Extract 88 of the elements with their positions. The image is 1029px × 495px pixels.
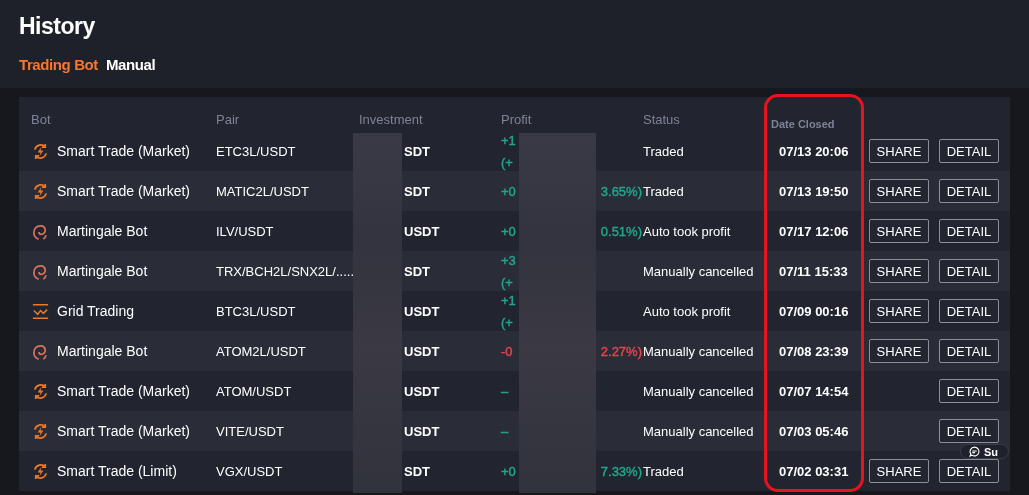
action-button[interactable]: SHARE xyxy=(869,299,929,323)
action-button[interactable]: SHARE xyxy=(869,459,929,483)
action-button[interactable]: DETAIL xyxy=(939,219,999,243)
profit-text: 3.65%) xyxy=(600,183,642,199)
profit-text: 2.27%) xyxy=(600,343,642,359)
bot-name: Smart Trade (Market) xyxy=(57,143,191,159)
action-button[interactable]: DETAIL xyxy=(939,459,999,483)
action-button[interactable]: SHARE xyxy=(869,139,929,163)
table-cell: USDT xyxy=(404,423,440,439)
table-cell: USDT xyxy=(404,343,440,359)
action-button[interactable]: DETAIL xyxy=(939,139,999,163)
profit-text: +0 xyxy=(501,463,516,479)
table-cell-text: 07/02 03:31 xyxy=(778,463,850,479)
table-cell-text: 07/11 15:33 xyxy=(778,263,849,279)
profit-text: +1 xyxy=(501,132,516,148)
table-cell-text: BTC3L/USDT xyxy=(216,303,297,319)
table-cell-text: 07/13 19:50 xyxy=(778,183,850,199)
profit-text: (+ xyxy=(501,154,514,170)
action-button[interactable]: DETAIL xyxy=(939,419,999,443)
table-cell-text: 07/09 00:16 xyxy=(778,303,850,319)
action-button[interactable]: SHARE xyxy=(869,259,929,283)
table-cell: SDT xyxy=(404,463,430,479)
status-text: Traded xyxy=(643,463,685,479)
table-cell-text: VITE/USDT xyxy=(216,423,285,439)
profit-text: (+ xyxy=(501,274,514,290)
status-text: Manually cancelled xyxy=(643,423,755,439)
column-header: Pair xyxy=(216,112,241,127)
table-cell-text: ETC3L/USDT xyxy=(216,143,297,159)
profit-text: +1 xyxy=(501,292,516,308)
tab[interactable]: Manual xyxy=(105,56,156,73)
profit-text: 0.51%) xyxy=(600,223,642,239)
bot-name: Grid Trading xyxy=(57,303,135,319)
action-button[interactable]: SHARE xyxy=(869,339,929,363)
status-text: Auto took profit xyxy=(643,223,732,239)
table-cell-text: MATIC2L/USDT xyxy=(216,183,310,199)
table-cell-text: ATOM/USDT xyxy=(216,383,293,399)
table-cell: SDT xyxy=(404,183,430,199)
column-header: Investment xyxy=(359,112,424,127)
action-button[interactable]: DETAIL xyxy=(939,259,999,283)
profit-text: 7.33%) xyxy=(600,463,642,479)
profit-text: (+ xyxy=(501,314,514,330)
profit-text: +0 xyxy=(501,183,516,199)
action-button[interactable]: DETAIL xyxy=(939,179,999,203)
support-button[interactable]: Su xyxy=(960,444,1010,459)
column-header: Date Closed xyxy=(771,118,836,130)
bot-name: Martingale Bot xyxy=(57,263,148,279)
table-cell-text: 07/13 20:06 xyxy=(778,143,850,159)
profit-text: -0 xyxy=(501,343,513,359)
bot-name: Smart Trade (Market) xyxy=(57,423,191,439)
profit-text: +0 xyxy=(501,223,516,239)
table-cell-text: 07/08 23:39 xyxy=(778,343,850,359)
status-text: Manually cancelled xyxy=(643,343,755,359)
status-text: Manually cancelled xyxy=(643,383,755,399)
table-cell-text: 07/17 12:06 xyxy=(778,223,850,239)
bot-name: Smart Trade (Limit) xyxy=(57,463,177,479)
table-cell: USDT xyxy=(404,383,440,399)
table-cell: SDT xyxy=(404,143,430,159)
tab[interactable]: Trading Bot xyxy=(19,56,98,73)
bot-name: Smart Trade (Market) xyxy=(57,183,191,199)
status-text: Manually cancelled xyxy=(643,263,755,279)
table-cell-text: 07/07 14:54 xyxy=(778,383,850,399)
action-button[interactable]: SHARE xyxy=(869,219,929,243)
profit-text: – xyxy=(501,423,509,439)
table-cell-text: 07/03 05:46 xyxy=(778,423,850,439)
table-cell: USDT xyxy=(404,303,440,319)
table-cell: SDT xyxy=(404,263,430,279)
table-cell: USDT xyxy=(404,223,440,239)
profit-text: +3 xyxy=(501,252,516,268)
bot-name: Martingale Bot xyxy=(57,343,148,359)
status-text: Auto took profit xyxy=(643,303,732,319)
table-cell-text: VGX/USDT xyxy=(216,463,284,479)
status-text: Traded xyxy=(643,143,685,159)
action-button[interactable]: DETAIL xyxy=(939,299,999,323)
table-cell-text: ILV/USDT xyxy=(216,223,275,239)
profit-text: – xyxy=(501,383,509,399)
chat-icon xyxy=(969,446,980,457)
bot-name: Martingale Bot xyxy=(57,223,148,239)
page-title: History xyxy=(19,12,95,40)
action-button[interactable]: DETAIL xyxy=(939,379,999,403)
column-header: Bot xyxy=(31,112,52,127)
column-header: Profit xyxy=(501,112,533,127)
action-button[interactable]: SHARE xyxy=(869,179,929,203)
table-cell-text: TRX/BCH2L/SNX2L/..... xyxy=(216,263,355,279)
bot-name: Smart Trade (Market) xyxy=(57,383,191,399)
table-cell-text: ATOM2L/USDT xyxy=(216,343,307,359)
action-button[interactable]: DETAIL xyxy=(939,339,999,363)
status-text: Traded xyxy=(643,183,685,199)
column-header: Status xyxy=(643,112,681,127)
